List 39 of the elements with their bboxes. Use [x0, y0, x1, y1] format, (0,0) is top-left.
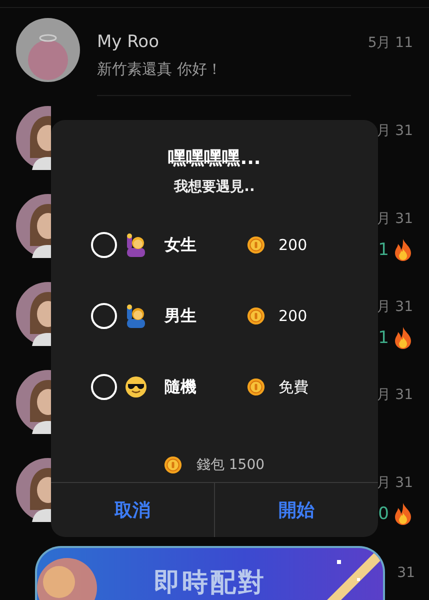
- coin-icon: [246, 378, 264, 396]
- dialog-title: 嘿嘿嘿嘿...: [168, 147, 261, 170]
- raising-hand-person-icon: [124, 304, 146, 328]
- match-banner[interactable]: 即時配對: [35, 546, 386, 600]
- flame-icon: [393, 238, 413, 262]
- option-price: 200: [278, 236, 308, 254]
- wallet-balance: 錢包 1500: [196, 456, 265, 474]
- avatar: [16, 18, 80, 82]
- start-button[interactable]: 開始: [214, 483, 378, 537]
- message-date: 月 31: [376, 386, 413, 404]
- message-date: 31: [397, 565, 415, 581]
- message-date: 月 31: [376, 122, 413, 140]
- coin-icon: [246, 236, 264, 254]
- option-label: 男生: [164, 306, 198, 326]
- option-price: 200: [278, 307, 308, 325]
- message-preview: 新竹素還真 你好！: [97, 60, 223, 79]
- option-label: 女生: [164, 234, 198, 256]
- radio-button[interactable]: [90, 232, 116, 258]
- message-date: 月 31: [376, 210, 413, 228]
- streak-count: 1: [378, 328, 389, 348]
- streak-count: 0: [378, 504, 389, 524]
- raising-hand-person-icon: [124, 233, 146, 257]
- streak-count: 1: [378, 240, 389, 260]
- sunglasses-smiley-icon: [124, 376, 146, 398]
- message-date: 月 31: [376, 298, 413, 316]
- radio-button[interactable]: [90, 303, 116, 329]
- coin-icon: [246, 307, 264, 325]
- dialog-subtitle: 我想要遇見..: [174, 178, 255, 196]
- option-price: 免費: [278, 378, 310, 396]
- flame-icon: [393, 326, 413, 350]
- flame-icon: [393, 502, 413, 526]
- radio-button[interactable]: [90, 374, 116, 400]
- banner-title: 即時配對: [154, 567, 266, 600]
- contact-name: My Roo: [97, 32, 160, 52]
- coin-icon: [164, 456, 182, 474]
- cancel-button[interactable]: 取消: [51, 483, 214, 537]
- message-date: 5月 11: [368, 34, 413, 52]
- message-date: 月 31: [376, 474, 413, 492]
- option-label: 隨機: [164, 376, 198, 398]
